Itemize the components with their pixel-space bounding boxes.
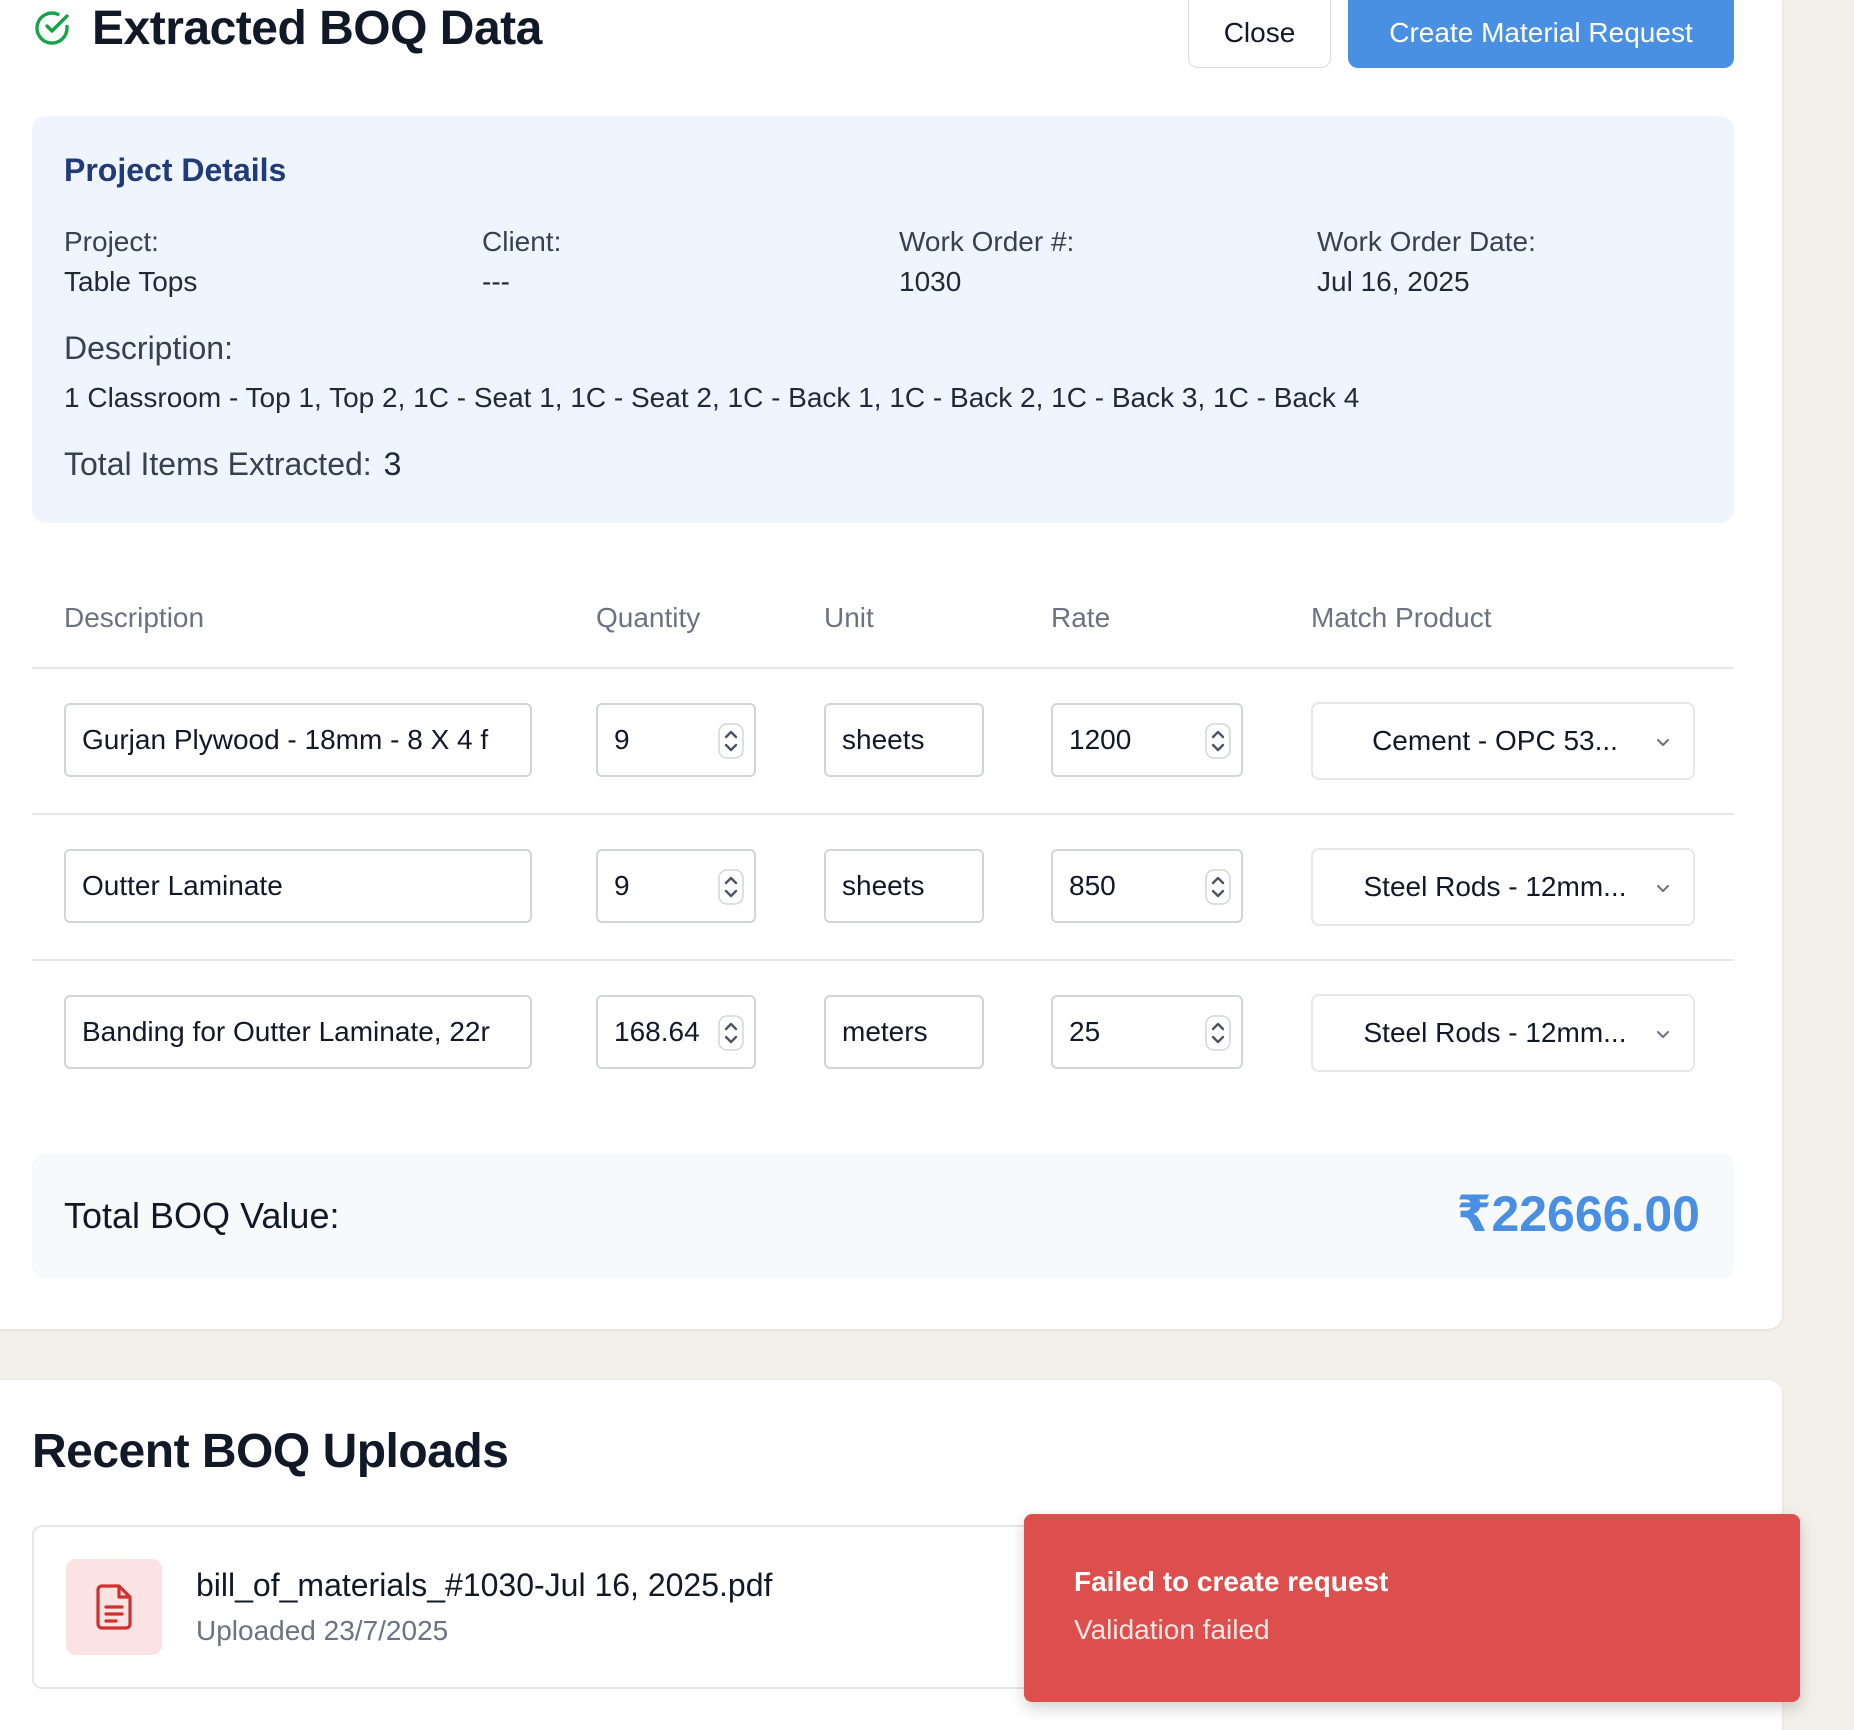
file-icon-container [66, 1559, 162, 1655]
row-quantity-input[interactable]: 9 [596, 703, 756, 777]
work-order-date-value: Jul 16, 2025 [1317, 266, 1470, 297]
work-order-number-field: Work Order #: 1030 [899, 222, 1074, 302]
project-value: Table Tops [64, 266, 198, 297]
project-label: Project: [64, 226, 159, 257]
spinner-arrows-icon[interactable] [718, 723, 744, 759]
total-items-count: 3 [383, 446, 402, 482]
chevron-down-icon [1657, 1031, 1669, 1038]
row-rate-value: 25 [1069, 1016, 1101, 1047]
project-details-card: Project Details Project: Table Tops Clie… [32, 116, 1734, 523]
file-text-icon [96, 1584, 132, 1630]
work-order-number-label: Work Order #: [899, 226, 1075, 257]
total-boq-label: Total BOQ Value: [64, 1195, 340, 1236]
work-order-date-label: Work Order Date: [1317, 226, 1536, 257]
column-header-rate: Rate [1051, 602, 1111, 633]
column-header-description: Description [64, 602, 205, 633]
project-field: Project: Table Tops [64, 222, 197, 302]
row-rate-value: 850 [1069, 870, 1116, 901]
chevron-down-icon [1657, 739, 1669, 746]
row-unit-input[interactable]: sheets [824, 703, 984, 777]
spinner-arrows-icon[interactable] [718, 1015, 744, 1051]
match-product-select[interactable]: Steel Rods - 12mm... [1311, 994, 1695, 1072]
work-order-date-field: Work Order Date: Jul 16, 2025 [1317, 222, 1536, 302]
row-description-input[interactable]: Gurjan Plywood - 18mm - 8 X 4 f [64, 703, 532, 777]
page-title: Extracted BOQ Data [92, 1, 542, 55]
client-value: --- [482, 266, 510, 297]
row-description-input[interactable]: Outter Laminate [64, 849, 532, 923]
divider [32, 959, 1734, 961]
project-details-title: Project Details [64, 152, 287, 188]
match-product-value: Steel Rods - 12mm... [1363, 1017, 1627, 1048]
chevron-down-icon [1657, 885, 1669, 892]
row-quantity-value: 9 [614, 724, 630, 755]
total-items: Total Items Extracted: 3 [64, 446, 401, 483]
spinner-arrows-icon[interactable] [1205, 1015, 1231, 1051]
boq-panel: Extracted BOQ Data Close Create Material… [0, 0, 1782, 1329]
total-items-label: Total Items Extracted: [64, 446, 372, 482]
create-material-request-button[interactable]: Create Material Request [1348, 0, 1734, 68]
spinner-arrows-icon[interactable] [1205, 869, 1231, 905]
row-rate-input[interactable]: 1200 [1051, 703, 1243, 777]
total-boq-card: Total BOQ Value: ₹22666.00 [32, 1153, 1734, 1279]
row-rate-input[interactable]: 850 [1051, 849, 1243, 923]
client-label: Client: [482, 226, 562, 257]
match-product-select[interactable]: Cement - OPC 53... [1311, 702, 1695, 780]
description-label: Description: [64, 330, 233, 366]
description-text: 1 Classroom - Top 1, Top 2, 1C - Seat 1,… [64, 382, 1360, 413]
row-unit-input[interactable]: meters [824, 995, 984, 1069]
toast-message: Validation failed [1074, 1614, 1270, 1645]
row-quantity-input[interactable]: 9 [596, 849, 756, 923]
header: Extracted BOQ Data [32, 0, 542, 56]
row-rate-input[interactable]: 25 [1051, 995, 1243, 1069]
row-quantity-value: 168.64 [614, 1016, 700, 1047]
column-header-unit: Unit [824, 602, 874, 633]
match-product-value: Cement - OPC 53... [1372, 725, 1618, 756]
file-upload-date: Uploaded 23/7/2025 [196, 1615, 449, 1646]
error-toast[interactable]: Failed to create request Validation fail… [1024, 1514, 1800, 1702]
row-unit-input[interactable]: sheets [824, 849, 984, 923]
check-circle-icon [35, 11, 69, 45]
row-quantity-value: 9 [614, 870, 630, 901]
row-description-input[interactable]: Banding for Outter Laminate, 22r [64, 995, 532, 1069]
file-name[interactable]: bill_of_materials_#1030-Jul 16, 2025.pdf [196, 1567, 772, 1604]
column-header-match-product: Match Product [1311, 602, 1492, 633]
close-button[interactable]: Close [1188, 0, 1331, 68]
recent-uploads-title: Recent BOQ Uploads [32, 1425, 509, 1478]
total-boq-value: ₹22666.00 [1456, 1186, 1700, 1242]
match-product-value: Steel Rods - 12mm... [1363, 871, 1627, 902]
divider [32, 667, 1734, 669]
spinner-arrows-icon[interactable] [1205, 723, 1231, 759]
column-header-quantity: Quantity [596, 602, 701, 633]
work-order-number-value: 1030 [899, 266, 962, 297]
spinner-arrows-icon[interactable] [718, 869, 744, 905]
client-field: Client: --- [482, 222, 561, 302]
match-product-select[interactable]: Steel Rods - 12mm... [1311, 848, 1695, 926]
row-quantity-input[interactable]: 168.64 [596, 995, 756, 1069]
row-rate-value: 1200 [1069, 724, 1132, 755]
divider [32, 813, 1734, 815]
toast-title: Failed to create request [1074, 1566, 1389, 1597]
